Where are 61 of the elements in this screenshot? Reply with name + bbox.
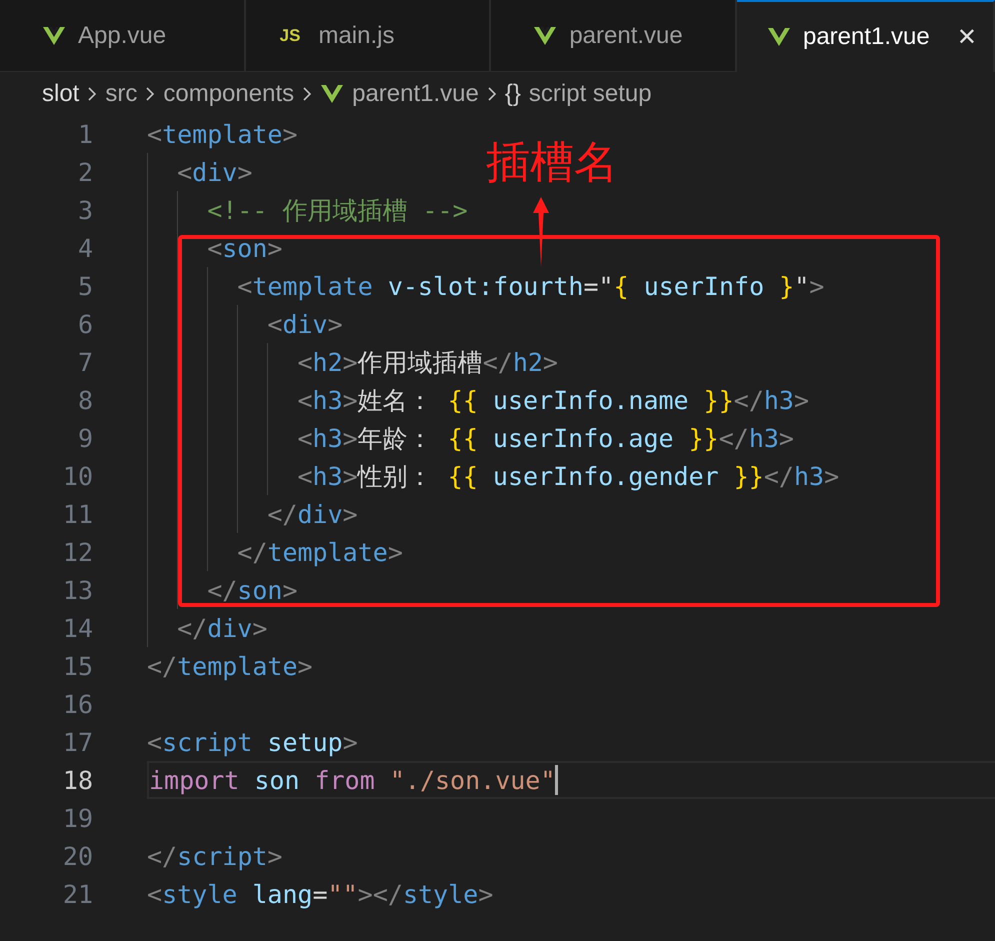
line-number: 16 — [62, 690, 93, 718]
vue-logo-icon — [533, 26, 558, 46]
code-line: </son> — [207, 576, 298, 604]
text-cursor — [555, 765, 558, 795]
line-number: 14 — [62, 614, 93, 642]
breadcrumb-item[interactable]: components — [163, 80, 294, 108]
annotation-label: 插槽名 — [486, 136, 618, 190]
breadcrumb-item[interactable]: src — [105, 80, 138, 108]
code-line: <style lang=""></style> — [147, 880, 494, 908]
breadcrumb-item[interactable]: slot — [42, 80, 80, 108]
js-file-icon: JS — [280, 26, 300, 46]
line-number: 3 — [76, 196, 93, 224]
code-line: <h3>年龄： {{ userInfo.age }}</h3> — [297, 422, 794, 454]
code-line: <son> — [207, 234, 282, 262]
chevron-right-icon — [302, 86, 312, 102]
line-number: 11 — [62, 500, 93, 528]
editor-tab[interactable]: App.vue — [0, 0, 246, 72]
line-number: 10 — [62, 462, 93, 490]
line-number: 5 — [76, 272, 93, 300]
line-number: 12 — [62, 538, 93, 566]
line-number: 17 — [62, 728, 93, 756]
code-line: </template> — [237, 538, 403, 566]
breadcrumb-item[interactable]: parent1.vue — [352, 80, 479, 108]
vue-logo-icon — [766, 27, 791, 47]
code-line: <div> — [267, 310, 343, 338]
line-number: 4 — [76, 234, 93, 262]
code-line: <template v-slot:fourth="{ userInfo }"> — [237, 272, 824, 300]
line-number: 15 — [62, 652, 93, 680]
editor-tab[interactable]: JS main.js — [246, 0, 492, 72]
line-number: 2 — [76, 158, 93, 186]
line-number: 1 — [76, 120, 93, 148]
code-line: <script setup> — [147, 728, 358, 756]
code-line: </template> — [147, 652, 313, 680]
line-number: 19 — [62, 804, 93, 832]
line-number: 21 — [62, 880, 93, 908]
line-number: 8 — [76, 386, 93, 414]
chevron-right-icon — [145, 86, 156, 102]
code-line: <h3>姓名： {{ userInfo.name }}</h3> — [297, 384, 810, 416]
close-icon[interactable]: ✕ — [956, 22, 977, 52]
code-line: </div> — [267, 500, 358, 528]
line-number: 7 — [76, 348, 93, 376]
vue-logo-icon — [42, 26, 66, 46]
editor-tab[interactable]: parent1.vue ✕ — [736, 0, 995, 72]
code-line: </script> — [147, 842, 282, 870]
line-number: 6 — [76, 310, 93, 338]
breadcrumb-item[interactable]: script setup — [528, 80, 652, 108]
line-number: 20 — [62, 842, 93, 870]
code-line: <template> — [147, 120, 298, 148]
line-number: 13 — [62, 576, 93, 604]
chevron-right-icon — [87, 86, 98, 102]
chevron-right-icon — [486, 86, 497, 102]
code-line: <!-- 作用域插槽 --> — [207, 194, 468, 226]
line-number: 18 — [62, 766, 93, 794]
code-line: <h3>性别： {{ userInfo.gender }}</h3> — [297, 460, 840, 492]
code-line: <h2>作用域插槽</h2> — [297, 346, 558, 378]
code-line: </div> — [177, 614, 268, 642]
line-number: 9 — [76, 424, 93, 452]
braces-icon: {} — [504, 80, 521, 108]
code-line: import son from "./son.vue" — [149, 766, 556, 794]
vue-logo-icon — [320, 84, 344, 104]
code-line: <div> — [177, 158, 252, 186]
